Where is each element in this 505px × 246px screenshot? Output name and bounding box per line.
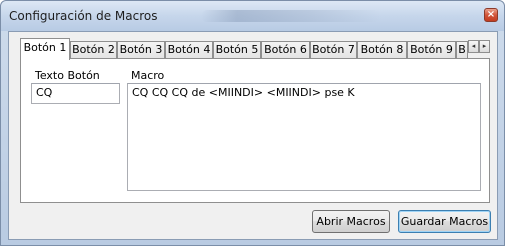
tab-boton-4[interactable]: Botón 4: [165, 41, 213, 59]
tab-boton-6[interactable]: Botón 6: [261, 41, 310, 59]
title-bar[interactable]: Configuración de Macros ×: [1, 1, 504, 31]
macro-config-window: Configuración de Macros × Botón 1 Botón …: [0, 0, 505, 246]
tab-boton-9[interactable]: Botón 9: [407, 41, 456, 59]
tab-boton-2[interactable]: Botón 2: [70, 41, 117, 59]
tab-boton-3[interactable]: Botón 3: [117, 41, 165, 59]
window-title: Configuración de Macros: [9, 9, 158, 23]
close-icon[interactable]: ×: [484, 8, 498, 22]
tab-boton-10-partial[interactable]: B: [456, 41, 468, 59]
dialog-client-area: Botón 1 Botón 2 Botón 3 Botón 4 Botón 5 …: [8, 31, 498, 240]
tab-boton-1[interactable]: Botón 1: [20, 38, 70, 60]
tab-boton-8[interactable]: Botón 8: [357, 41, 407, 59]
macro-label: Macro: [131, 69, 165, 82]
tab-scroll-left-icon[interactable]: ◂: [468, 40, 479, 53]
button-text-label: Texto Botón: [35, 69, 100, 82]
tab-panel-boton-1: Texto Botón CQ Macro CQ CQ CQ de <MIINDI…: [20, 58, 490, 203]
save-macros-button[interactable]: Guardar Macros: [398, 210, 491, 233]
tab-boton-7[interactable]: Botón 7: [310, 41, 357, 59]
title-bar-glass-reflection: [201, 10, 381, 22]
tab-boton-5[interactable]: Botón 5: [213, 41, 261, 59]
macro-textarea[interactable]: CQ CQ CQ de <MIINDI> <MIINDI> pse K: [127, 83, 481, 191]
tab-strip: Botón 1 Botón 2 Botón 3 Botón 4 Botón 5 …: [20, 38, 490, 60]
open-macros-button[interactable]: Abrir Macros: [312, 210, 390, 233]
button-text-input[interactable]: CQ: [31, 83, 120, 104]
tab-scroll-right-icon[interactable]: ▸: [479, 40, 490, 53]
